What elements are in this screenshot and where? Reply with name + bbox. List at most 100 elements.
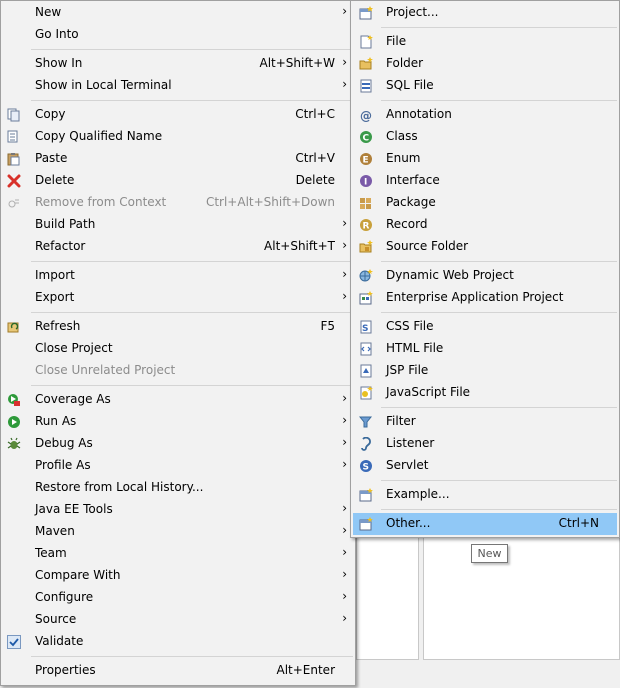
menu-item-paste[interactable]: Paste Ctrl+V [3,148,353,170]
svg-text:S: S [363,463,369,473]
paste-icon [6,151,22,167]
menu-item-shortcut: Alt+Shift+T [264,239,335,253]
submenu-item-label: JSP File [386,363,429,377]
submenu-item-label: HTML File [386,341,444,355]
submenu-item-sql-file[interactable]: SQL File [353,75,617,97]
submenu-arrow-icon: › [342,567,347,581]
debug-bug-icon [6,436,22,452]
enterprise-project-icon [358,290,374,306]
submenu-item-example[interactable]: Example... [353,484,617,506]
submenu-item-html-file[interactable]: HTML File [353,338,617,360]
menu-item-copy[interactable]: Copy Ctrl+C [3,104,353,126]
submenu-item-css-file[interactable]: S CSS File [353,316,617,338]
menu-item-label: New [35,5,62,19]
example-icon [358,487,374,503]
menu-item-label: Close Project [35,341,113,355]
submenu-item-project[interactable]: Project... [353,2,617,24]
submenu-item-dynamic-web-project[interactable]: Dynamic Web Project [353,265,617,287]
submenu-item-record[interactable]: R Record [353,214,617,236]
submenu-arrow-icon: › [342,589,347,603]
menu-item-build-path[interactable]: Build Path › [3,214,353,236]
javascript-file-icon [358,385,374,401]
menu-item-go-into[interactable]: Go Into [3,24,353,46]
submenu-arrow-icon: › [342,391,347,405]
menu-item-maven[interactable]: Maven › [3,521,353,543]
submenu-item-enum[interactable]: E Enum [353,148,617,170]
submenu-item-interface[interactable]: I Interface [353,170,617,192]
menu-item-run-as[interactable]: Run As › [3,411,353,433]
submenu-item-file[interactable]: File [353,31,617,53]
submenu-item-label: Interface [386,173,440,187]
menu-item-properties[interactable]: Properties Alt+Enter [3,660,353,682]
menu-item-show-in[interactable]: Show In Alt+Shift+W › [3,53,353,75]
menu-item-remove-from-context[interactable]: Remove from Context Ctrl+Alt+Shift+Down [3,192,353,214]
submenu-item-folder[interactable]: Folder [353,53,617,75]
submenu-item-listener[interactable]: Listener [353,433,617,455]
menu-item-close-unrelated-project[interactable]: Close Unrelated Project [3,360,353,382]
menu-separator [31,385,353,386]
tooltip-new: New [471,544,508,563]
menu-item-validate[interactable]: Validate [3,631,353,653]
submenu-item-source-folder[interactable]: Source Folder [353,236,617,258]
submenu-arrow-icon: › [342,216,347,230]
menu-item-close-project[interactable]: Close Project [3,338,353,360]
menu-item-shortcut: Ctrl+Alt+Shift+Down [205,195,335,209]
menu-separator [381,100,617,101]
submenu-item-label: Project... [386,5,439,19]
coverage-icon [6,392,22,408]
submenu-item-class[interactable]: C Class [353,126,617,148]
submenu-item-label: Dynamic Web Project [386,268,514,282]
submenu-item-annotation[interactable]: @ Annotation [353,104,617,126]
menu-item-refactor[interactable]: Refactor Alt+Shift+T › [3,236,353,258]
editor-pane-left [356,536,419,660]
menu-separator [31,312,353,313]
menu-item-label: Export [35,290,75,304]
interface-icon: I [358,173,374,189]
menu-item-team[interactable]: Team › [3,543,353,565]
submenu-item-servlet[interactable]: S Servlet [353,455,617,477]
menu-item-export[interactable]: Export › [3,287,353,309]
menu-item-coverage-as[interactable]: Coverage As › [3,389,353,411]
menu-item-debug-as[interactable]: Debug As › [3,433,353,455]
menu-item-copy-qualified-name[interactable]: Copy Qualified Name [3,126,353,148]
other-wizard-icon [358,516,374,532]
menu-item-label: Import [35,268,75,282]
menu-item-label: Profile As [35,458,91,472]
menu-item-show-in-terminal[interactable]: Show in Local Terminal › [3,75,353,97]
submenu-item-javascript-file[interactable]: JavaScript File [353,382,617,404]
svg-text:C: C [363,134,370,144]
context-menu: New › Go Into Show In Alt+Shift+W › Show… [0,0,356,686]
submenu-item-filter[interactable]: Filter [353,411,617,433]
menu-item-label: Refresh [35,319,81,333]
menu-item-shortcut: Delete [295,173,335,187]
menu-item-shortcut: Ctrl+V [295,151,335,165]
new-folder-icon [358,56,374,72]
menu-separator [381,27,617,28]
submenu-item-jsp-file[interactable]: JSP File [353,360,617,382]
submenu-arrow-icon: › [342,457,347,471]
menu-separator [381,407,617,408]
menu-item-label: Team [35,546,67,560]
menu-item-delete[interactable]: Delete Delete [3,170,353,192]
menu-item-source[interactable]: Source › [3,609,353,631]
submenu-item-label: Source Folder [386,239,469,253]
menu-item-import[interactable]: Import › [3,265,353,287]
sql-file-icon [358,78,374,94]
submenu-item-enterprise-application-project[interactable]: Enterprise Application Project [353,287,617,309]
menu-item-restore-local-history[interactable]: Restore from Local History... [3,477,353,499]
submenu-arrow-icon: › [342,238,347,252]
submenu-arrow-icon: › [342,413,347,427]
submenu-item-package[interactable]: Package [353,192,617,214]
menu-item-new[interactable]: New › [3,2,353,24]
menu-item-refresh[interactable]: Refresh F5 [3,316,353,338]
menu-item-profile-as[interactable]: Profile As › [3,455,353,477]
menu-item-java-ee-tools[interactable]: Java EE Tools › [3,499,353,521]
menu-item-configure[interactable]: Configure › [3,587,353,609]
submenu-item-label: File [386,34,407,48]
submenu-arrow-icon: › [342,55,347,69]
menu-item-label: Compare With [35,568,121,582]
menu-item-compare-with[interactable]: Compare With › [3,565,353,587]
submenu-item-other[interactable]: Other... Ctrl+N [353,513,617,535]
menu-item-label: Run As [35,414,77,428]
menu-item-label: Copy Qualified Name [35,129,163,143]
